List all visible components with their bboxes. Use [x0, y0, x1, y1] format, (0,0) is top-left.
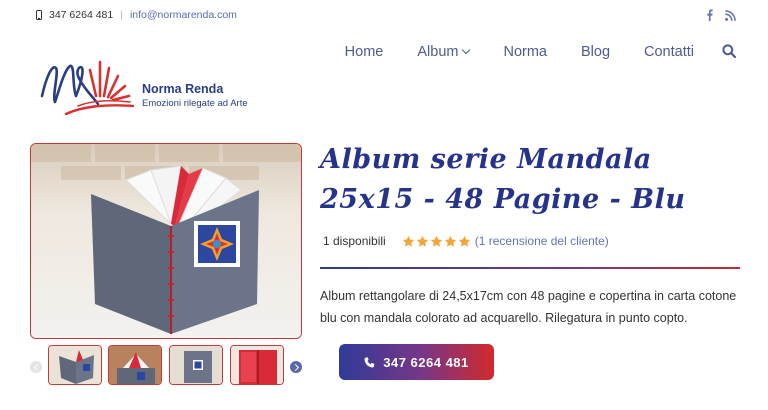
brand-name: Norma Renda	[142, 82, 224, 96]
top-bar: 347 6264 481 | info@normarenda.com	[0, 0, 768, 32]
thumbnail-3[interactable]	[169, 345, 223, 385]
nav-item-album-label: Album	[417, 44, 459, 60]
thumbs-next-icon[interactable]	[290, 361, 302, 373]
star-icon	[430, 235, 442, 247]
thumbnail-1[interactable]	[48, 345, 102, 385]
star-icon	[444, 235, 456, 247]
contact-line: 347 6264 481 | info@normarenda.com	[36, 9, 237, 21]
rss-icon[interactable]	[725, 9, 736, 24]
reviews-link[interactable]: (1 recensione del cliente)	[475, 234, 609, 248]
chevron-down-icon	[462, 45, 471, 55]
mobile-phone-icon	[36, 10, 42, 20]
call-button-label: 347 6264 481	[383, 354, 469, 370]
call-phone-button[interactable]: 347 6264 481	[339, 344, 494, 380]
thumbs-prev-icon[interactable]	[30, 361, 42, 373]
thumbnail-4-photo	[231, 346, 283, 384]
nav-item-contatti[interactable]: Contatti	[644, 44, 694, 60]
stock-status: 1 disponibili	[323, 234, 386, 248]
stock-rating-row: 1 disponibili (1 recensione del cliente)	[323, 234, 609, 248]
top-phone-number[interactable]: 347 6264 481	[49, 9, 113, 21]
search-icon[interactable]	[722, 44, 736, 58]
facebook-icon[interactable]	[706, 9, 713, 24]
contact-separator: |	[120, 9, 123, 21]
nav-item-blog[interactable]: Blog	[581, 44, 610, 60]
product-description: Album rettangolare di 24,5x17cm con 48 p…	[320, 289, 737, 325]
product-thumbnails	[30, 345, 302, 389]
thumbnail-2-photo	[109, 346, 161, 384]
thumbnail-2[interactable]	[108, 345, 162, 385]
star-icon	[416, 235, 428, 247]
main-nav: Home Album Norma Blog Contatti	[311, 44, 736, 60]
brand-tagline: Emozioni rilegate ad Arte	[142, 98, 248, 109]
rating-stars	[402, 235, 471, 248]
site-logo[interactable]: Norma Renda Emozioni rilegate ad Arte	[38, 56, 248, 122]
thumbnail-3-photo	[170, 346, 222, 384]
coptic-album-photo	[31, 144, 301, 338]
nav-item-norma[interactable]: Norma	[503, 44, 547, 60]
nav-item-home[interactable]: Home	[345, 44, 384, 60]
thumbnail-1-photo	[49, 346, 101, 384]
top-email-link[interactable]: info@normarenda.com	[130, 9, 237, 21]
star-icon	[402, 235, 414, 247]
product-main-image[interactable]	[30, 143, 302, 339]
thumbnail-4[interactable]	[230, 345, 284, 385]
nav-item-album[interactable]: Album	[417, 44, 471, 60]
title-divider	[320, 267, 740, 269]
phone-handset-icon	[364, 356, 375, 367]
star-icon	[458, 235, 470, 247]
social-links	[706, 9, 736, 24]
product-title: Album serie Mandala 25x15 - 48 Pagine - …	[320, 144, 686, 215]
norma-renda-logo-mark	[40, 60, 135, 116]
